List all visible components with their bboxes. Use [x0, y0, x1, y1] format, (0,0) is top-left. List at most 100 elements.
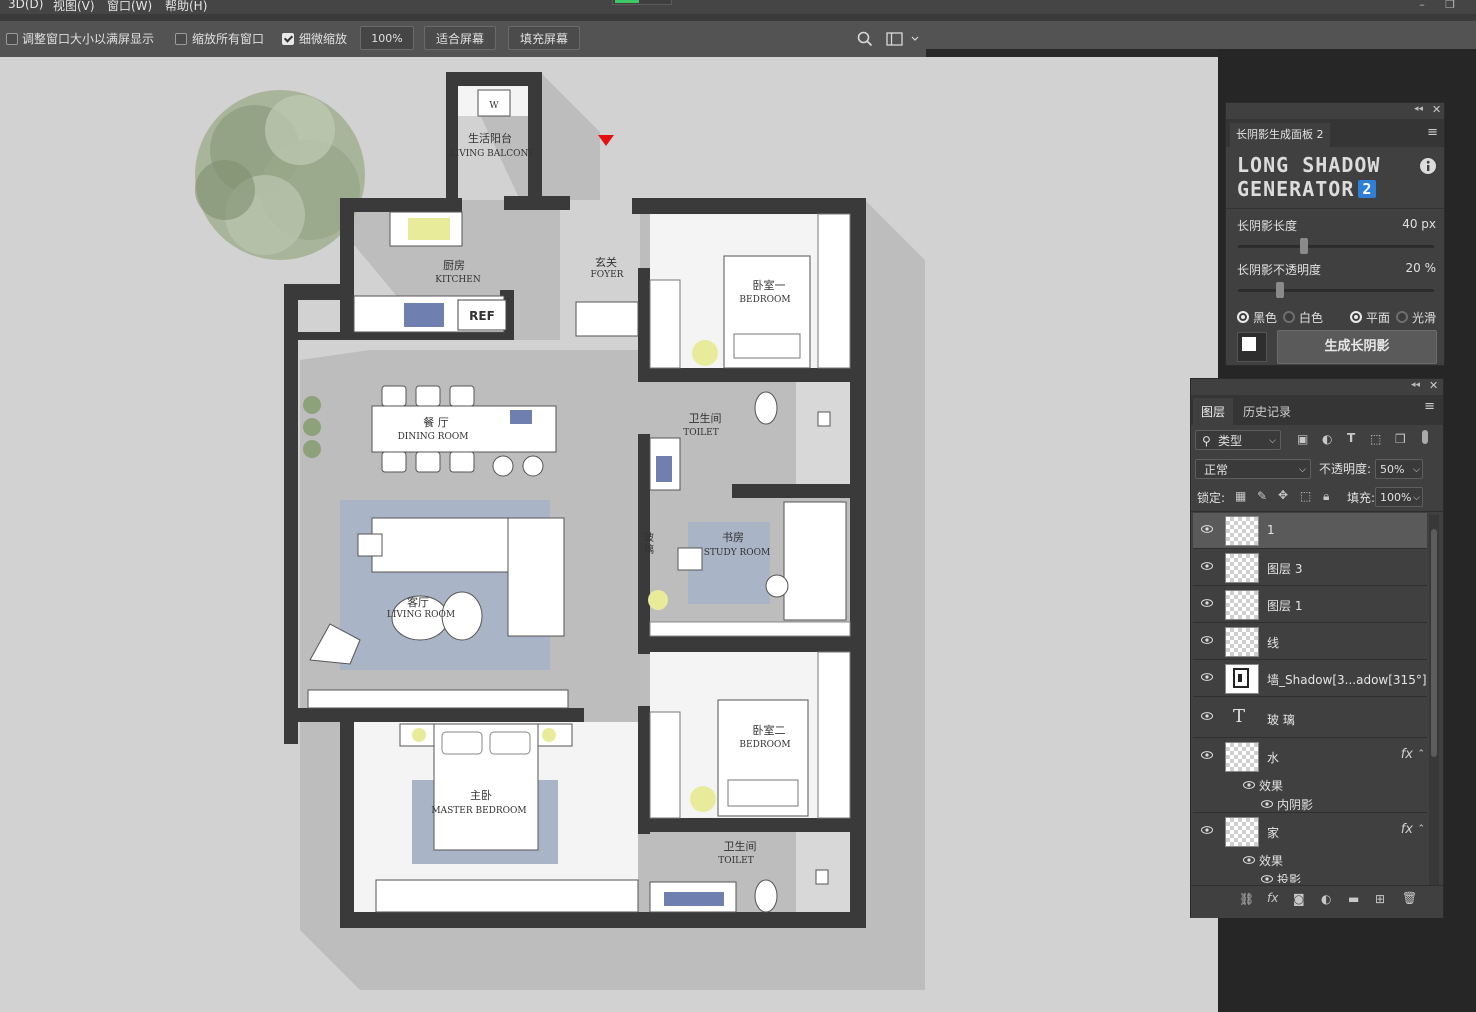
- adjustment-filter-icon[interactable]: ◐: [1322, 432, 1332, 446]
- layer-row[interactable]: 图层 3: [1193, 550, 1427, 586]
- fit-screen-button[interactable]: 适合屏幕: [424, 26, 496, 50]
- collapse-icon[interactable]: ◂◂: [1411, 380, 1420, 390]
- visibility-eye-icon[interactable]: [1201, 562, 1213, 570]
- filter-label: 类型: [1218, 434, 1243, 448]
- tv-cabinet: [307, 689, 569, 709]
- type-filter-icon[interactable]: T: [1347, 431, 1355, 445]
- visibility-eye-icon[interactable]: [1201, 525, 1213, 533]
- document-canvas[interactable]: REF W 生活阳台 LIVING BALCONY 厨房 KITCHEN 玄关 …: [0, 57, 1218, 1012]
- shadow-length-slider[interactable]: [1238, 238, 1434, 254]
- blend-mode-select[interactable]: 正常 ⌵: [1195, 459, 1311, 479]
- visibility-eye-icon[interactable]: [1201, 712, 1213, 720]
- layer-row[interactable]: 水 fx ⌃ 效果 内阴影: [1193, 739, 1427, 813]
- collapse-icon[interactable]: ◂◂: [1414, 104, 1423, 114]
- effects-eye-icon[interactable]: [1243, 856, 1255, 864]
- panel-menu-icon[interactable]: ≡: [1424, 399, 1435, 414]
- panel-title-line2: GENERATOR 2: [1237, 177, 1377, 201]
- radio-smooth-label: 光滑: [1412, 311, 1437, 325]
- image-filter-icon[interactable]: ▣: [1297, 432, 1308, 446]
- effects-eye-icon[interactable]: [1243, 781, 1255, 789]
- fill-screen-button[interactable]: 填充屏幕: [508, 26, 580, 50]
- room-label-cn: 卧室一: [753, 278, 786, 292]
- layers-panel: ◂◂ ✕ 图层 历史记录 ≡ 类型 ⚲ ⌵ ▣ ◐ T ⬚ ❒ 正常 ⌵ 不透明…: [1190, 378, 1444, 918]
- room-label-en: STUDY ROOM: [704, 548, 771, 558]
- minimize-icon[interactable]: –: [1412, 0, 1432, 12]
- layer-row[interactable]: 线: [1193, 624, 1427, 660]
- fx-badge[interactable]: fx: [1401, 747, 1413, 762]
- expand-effects-icon[interactable]: ⌃: [1417, 749, 1425, 759]
- restore-icon[interactable]: ❐: [1440, 0, 1460, 12]
- color-swatch[interactable]: [1237, 332, 1267, 362]
- search-icon[interactable]: [857, 31, 873, 47]
- chevron-down-icon: ⌵: [1413, 493, 1420, 503]
- panel-menu-icon[interactable]: ≡: [1427, 125, 1438, 140]
- add-mask-icon[interactable]: ◙: [1293, 892, 1305, 906]
- layer-filter-select[interactable]: 类型 ⚲ ⌵: [1195, 430, 1281, 450]
- lock-all-icon[interactable]: 🔒︎: [1323, 489, 1329, 504]
- layer-name: 水: [1267, 751, 1280, 765]
- menu-3d[interactable]: 3D(D): [8, 0, 43, 11]
- layer-row[interactable]: 家 fx ⌃ 效果 投影: [1193, 814, 1427, 888]
- menu-help[interactable]: 帮助(H): [165, 0, 207, 14]
- expand-effects-icon[interactable]: ⌃: [1417, 824, 1425, 834]
- scrubby-zoom-checkbox[interactable]: [282, 33, 294, 45]
- shape-filter-icon[interactable]: ⬚: [1370, 432, 1381, 446]
- version-badge: 2: [1358, 180, 1377, 198]
- radio-white[interactable]: [1283, 311, 1295, 323]
- shadow-length-thumb[interactable]: [1300, 238, 1308, 254]
- menu-separator: [0, 14, 1476, 21]
- delete-layer-icon[interactable]: 🗑︎: [1402, 891, 1417, 905]
- lock-artboard-icon[interactable]: ⬚: [1300, 489, 1311, 503]
- close-icon[interactable]: ✕: [1429, 379, 1438, 392]
- add-style-icon[interactable]: fx: [1267, 891, 1278, 905]
- visibility-eye-icon[interactable]: [1201, 751, 1213, 759]
- glass-label: 玻: [644, 531, 654, 544]
- new-adjustment-icon[interactable]: ◐: [1321, 892, 1331, 906]
- menu-view[interactable]: 视图(V): [53, 0, 95, 14]
- lock-position-icon[interactable]: ✥: [1278, 488, 1288, 502]
- close-icon[interactable]: ✕: [1432, 103, 1441, 116]
- tab-history[interactable]: 历史记录: [1235, 398, 1299, 426]
- toilet-one-floor: [796, 382, 850, 484]
- link-layers-icon[interactable]: ⛓: [1239, 892, 1254, 906]
- generate-shadow-button[interactable]: 生成长阴影: [1277, 330, 1437, 364]
- tab-layers[interactable]: 图层: [1193, 398, 1234, 426]
- new-group-icon[interactable]: ▬: [1348, 892, 1359, 906]
- toilet-two-fixture: [754, 879, 778, 913]
- visibility-eye-icon[interactable]: [1201, 636, 1213, 644]
- zoom-all-checkbox[interactable]: [175, 33, 187, 45]
- lock-transparent-icon[interactable]: ▦: [1235, 489, 1246, 503]
- effect-eye-icon[interactable]: [1261, 800, 1273, 808]
- toilet-fixture: [754, 391, 778, 425]
- resize-windows-checkbox[interactable]: [6, 33, 18, 45]
- opacity-field[interactable]: 50% ⌵: [1375, 459, 1423, 479]
- fx-badge[interactable]: fx: [1401, 822, 1413, 837]
- layer-row[interactable]: 图层 1: [1193, 587, 1427, 623]
- visibility-eye-icon[interactable]: [1201, 826, 1213, 834]
- tab-long-shadow[interactable]: 长阴影生成面板 2: [1230, 123, 1330, 147]
- filter-toggle-icon[interactable]: [1422, 430, 1428, 444]
- visibility-eye-icon[interactable]: [1201, 599, 1213, 607]
- layer-row[interactable]: T 玻 璃: [1193, 698, 1427, 738]
- visibility-eye-icon[interactable]: [1201, 673, 1213, 681]
- menu-window[interactable]: 窗口(W): [107, 0, 152, 14]
- new-layer-icon[interactable]: ⊞: [1375, 892, 1385, 906]
- layer-row[interactable]: 1: [1193, 513, 1427, 549]
- workspace-icon[interactable]: [886, 32, 920, 46]
- radio-black[interactable]: [1237, 311, 1249, 323]
- scrollbar-thumb[interactable]: [1431, 529, 1437, 757]
- layer-row[interactable]: 墙_Shadow[3...adow[315°]: [1193, 661, 1427, 697]
- fill-field[interactable]: 100% ⌵: [1375, 487, 1423, 507]
- zoom-value-field[interactable]: 100%: [360, 26, 414, 50]
- shadow-opacity-thumb[interactable]: [1276, 282, 1284, 298]
- lock-image-icon[interactable]: ✎: [1257, 489, 1267, 503]
- shadow-opacity-slider[interactable]: [1238, 282, 1434, 298]
- floor-drain-two: [815, 869, 829, 885]
- effect-eye-icon[interactable]: [1261, 875, 1273, 883]
- layer-name: 线: [1267, 636, 1280, 650]
- layers-scrollbar[interactable]: [1429, 515, 1439, 887]
- radio-smooth[interactable]: [1396, 311, 1408, 323]
- smartobject-filter-icon[interactable]: ❒: [1395, 432, 1406, 446]
- info-icon[interactable]: [1419, 157, 1437, 175]
- radio-flat[interactable]: [1350, 311, 1362, 323]
